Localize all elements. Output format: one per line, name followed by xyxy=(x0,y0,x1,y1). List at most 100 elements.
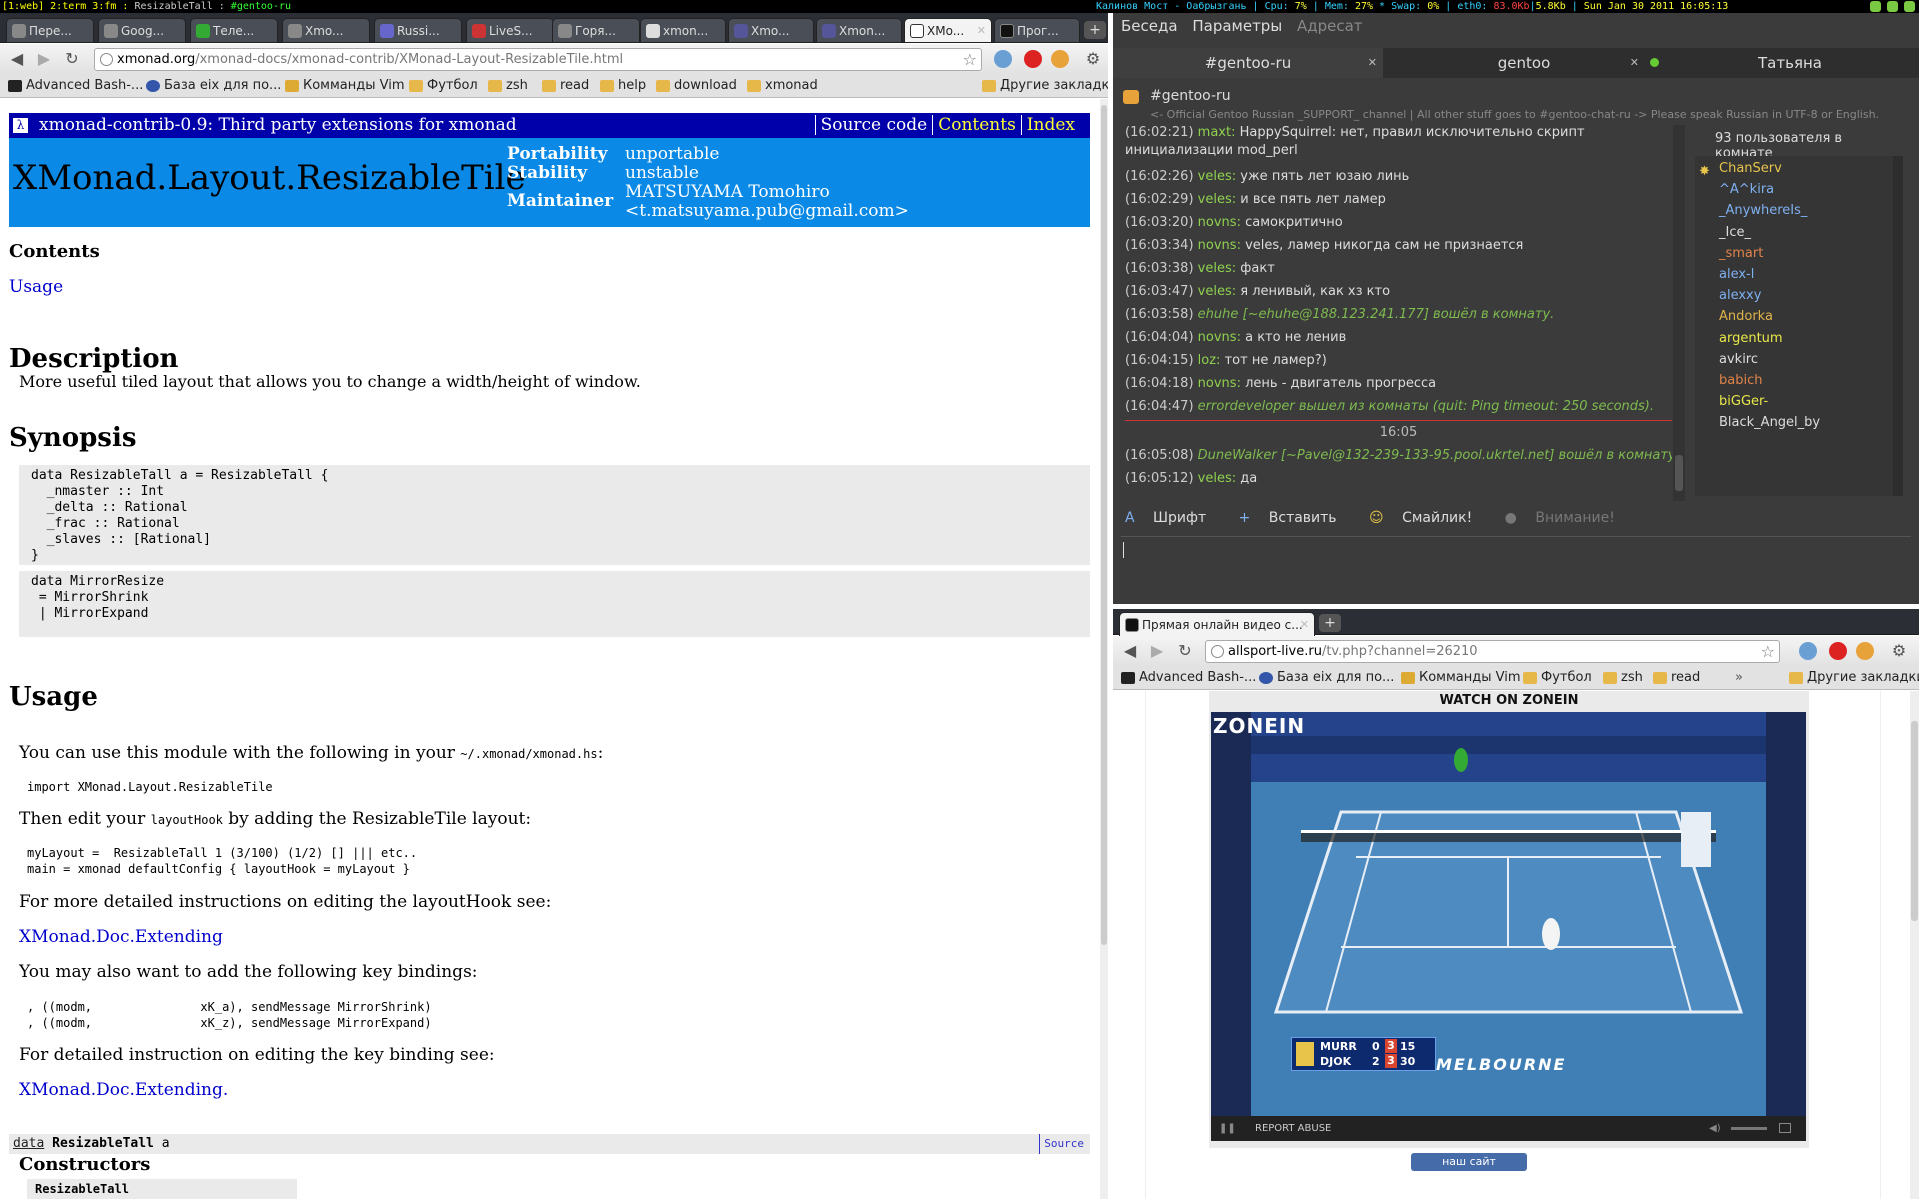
wrench-icon[interactable]: ⚙ xyxy=(1083,49,1103,69)
volume-icon[interactable]: ◀) xyxy=(1709,1116,1721,1141)
reload-icon[interactable]: ↻ xyxy=(62,49,82,69)
user-list-item[interactable]: argentum xyxy=(1719,329,1783,349)
bookmark-item[interactable]: База eix для по... xyxy=(1259,669,1394,687)
bookmark-star-icon[interactable]: ☆ xyxy=(1761,641,1775,662)
bookmark-folder[interactable]: Футбол xyxy=(409,77,478,95)
message-nick[interactable]: veles: xyxy=(1198,261,1236,276)
extending-link[interactable]: XMonad.Doc.Extending. xyxy=(19,1080,228,1100)
user-list-item[interactable]: avkirc xyxy=(1719,350,1758,370)
back-arrow-icon[interactable]: ◀ xyxy=(7,49,27,69)
user-list-item[interactable]: alex-l xyxy=(1719,265,1754,285)
message-nick[interactable]: maxt: xyxy=(1198,125,1236,140)
font-button[interactable]: A Шрифт xyxy=(1125,510,1220,526)
chat-tab[interactable]: gentoo ✕ xyxy=(1389,48,1659,78)
other-bookmarks[interactable]: Другие закладки xyxy=(1789,669,1919,687)
bookmark-folder[interactable]: download xyxy=(656,77,737,95)
message-nick[interactable]: veles: xyxy=(1198,284,1236,299)
forward-arrow-icon[interactable]: ▶ xyxy=(34,49,54,69)
bookmark-folder[interactable]: xmonad xyxy=(747,77,818,95)
bookmark-folder[interactable]: help xyxy=(600,77,646,95)
adblock-icon[interactable] xyxy=(1829,642,1847,660)
back-arrow-icon[interactable]: ◀ xyxy=(1120,641,1140,661)
insert-button[interactable]: + Вставить xyxy=(1239,510,1351,526)
message-nick[interactable]: veles: xyxy=(1198,471,1236,486)
video-frame[interactable]: ZONEIN MURR DJOK 0 2 3 3 15 30 MELBOURNE xyxy=(1211,712,1806,1116)
bookmark-item[interactable]: Advanced Bash-... xyxy=(1121,669,1256,687)
new-tab-button[interactable]: + xyxy=(1084,21,1106,39)
weather-extension-icon[interactable] xyxy=(1799,642,1817,660)
browser-tab[interactable]: Xmo... xyxy=(282,18,370,43)
volume-slider[interactable] xyxy=(1731,1127,1767,1130)
contents-link[interactable]: Contents xyxy=(932,115,1021,135)
user-list-item[interactable]: babich xyxy=(1719,371,1762,391)
forward-arrow-icon[interactable]: ▶ xyxy=(1147,641,1167,661)
bookmark-item[interactable]: Комманды Vim xyxy=(285,77,405,95)
menu-send-to[interactable]: Адресат xyxy=(1297,17,1363,35)
browser-tab-active[interactable]: XMo... ✕ xyxy=(904,18,992,43)
other-bookmarks[interactable]: Другие закладки xyxy=(982,77,1108,95)
address-bar[interactable]: xmonad.org/xmonad-docs/xmonad-contrib/XM… xyxy=(94,48,982,71)
bookmark-item[interactable]: База eix для по... xyxy=(146,77,281,95)
bookmark-folder[interactable]: zsh xyxy=(1603,669,1643,687)
new-tab-button[interactable]: + xyxy=(1319,614,1341,632)
browser-tab[interactable]: LiveS... xyxy=(466,18,554,43)
contents-usage-link[interactable]: Usage xyxy=(9,277,63,297)
browser-tab[interactable]: Прог... xyxy=(994,18,1080,43)
message-nick[interactable]: loz: xyxy=(1198,353,1221,368)
user-list-item[interactable]: biGGer- xyxy=(1719,392,1768,412)
bookmark-folder[interactable]: read xyxy=(1653,669,1700,687)
close-icon[interactable]: ✕ xyxy=(1368,48,1377,78)
user-list-item[interactable]: _smart xyxy=(1719,244,1763,264)
adblock-icon[interactable] xyxy=(1024,50,1042,68)
extension-icon[interactable] xyxy=(1856,642,1874,660)
user-list-item[interactable]: Andorka xyxy=(1719,307,1773,327)
page-scrollbar[interactable] xyxy=(1100,99,1108,1199)
tray-icon[interactable] xyxy=(1870,1,1881,12)
weather-extension-icon[interactable] xyxy=(994,50,1012,68)
source-link[interactable]: Source xyxy=(1039,1134,1084,1154)
source-code-link[interactable]: Source code xyxy=(814,115,933,135)
menu-conversation[interactable]: Беседа xyxy=(1121,17,1178,35)
message-nick[interactable]: novns: xyxy=(1198,330,1241,345)
user-list-item[interactable]: _AnywhereIs_ xyxy=(1719,201,1807,221)
workspace-list[interactable]: [1:web] 2:term 3:fm : xyxy=(2,1,128,12)
tray-icon[interactable] xyxy=(1887,1,1898,12)
user-list-item[interactable]: ChanServ xyxy=(1719,159,1782,179)
message-nick[interactable]: novns: xyxy=(1198,376,1241,391)
browser-tab[interactable]: Russi... xyxy=(374,18,462,43)
attention-button[interactable]: ● Внимание! xyxy=(1505,510,1629,526)
browser-tab-active[interactable]: Прямая онлайн видео с... ✕ xyxy=(1119,612,1315,637)
index-link[interactable]: Index xyxy=(1020,115,1080,135)
message-nick[interactable]: veles: xyxy=(1198,192,1236,207)
browser-tab[interactable]: xmon... xyxy=(640,18,726,43)
vk-button[interactable]: наш сайт вконтакте xyxy=(1411,1153,1527,1186)
smiley-button[interactable]: ☺ Смайлик! xyxy=(1369,510,1486,526)
user-list-item[interactable]: ^A^kira xyxy=(1719,180,1774,200)
browser-tab[interactable]: Goog... xyxy=(98,18,186,43)
wrench-icon[interactable]: ⚙ xyxy=(1889,641,1909,661)
close-icon[interactable]: ✕ xyxy=(1630,48,1639,78)
tray-icon[interactable] xyxy=(1904,1,1915,12)
menu-options[interactable]: Параметры xyxy=(1192,17,1282,35)
user-list-item[interactable]: Black_Angel_by xyxy=(1719,413,1820,433)
bookmark-folder[interactable]: Футбол xyxy=(1523,669,1592,687)
message-input[interactable] xyxy=(1121,536,1911,596)
close-icon[interactable]: ✕ xyxy=(1300,613,1309,636)
scrollbar-thumb[interactable] xyxy=(1675,455,1683,491)
message-nick[interactable]: veles: xyxy=(1198,169,1236,184)
page-scrollbar[interactable] xyxy=(1910,691,1919,1199)
bookmarks-overflow-chevron-icon[interactable]: » xyxy=(1735,669,1743,687)
browser-tab[interactable]: Xmon... xyxy=(816,18,902,43)
report-abuse-link[interactable]: REPORT ABUSE xyxy=(1255,1116,1331,1141)
browser-tab[interactable]: Xmo... xyxy=(728,18,814,43)
pause-icon[interactable]: ❚❚ xyxy=(1219,1116,1236,1141)
message-nick[interactable]: novns: xyxy=(1198,238,1241,253)
user-list-item[interactable]: _Ice_ xyxy=(1719,223,1751,243)
user-list[interactable]: ChanServ ✸ ^A^kira _AnywhereIs_ _Ice_ _smart a… xyxy=(1695,156,1895,496)
browser-tab[interactable]: Пере... xyxy=(6,18,94,43)
scrollbar-thumb[interactable] xyxy=(1911,721,1918,921)
bookmark-folder[interactable]: read xyxy=(542,77,589,95)
reload-icon[interactable]: ↻ xyxy=(1175,641,1195,661)
address-bar[interactable]: allsport-live.ru/tv.php?channel=26210 ☆ xyxy=(1205,640,1780,663)
bookmark-item[interactable]: Комманды Vim xyxy=(1401,669,1521,687)
